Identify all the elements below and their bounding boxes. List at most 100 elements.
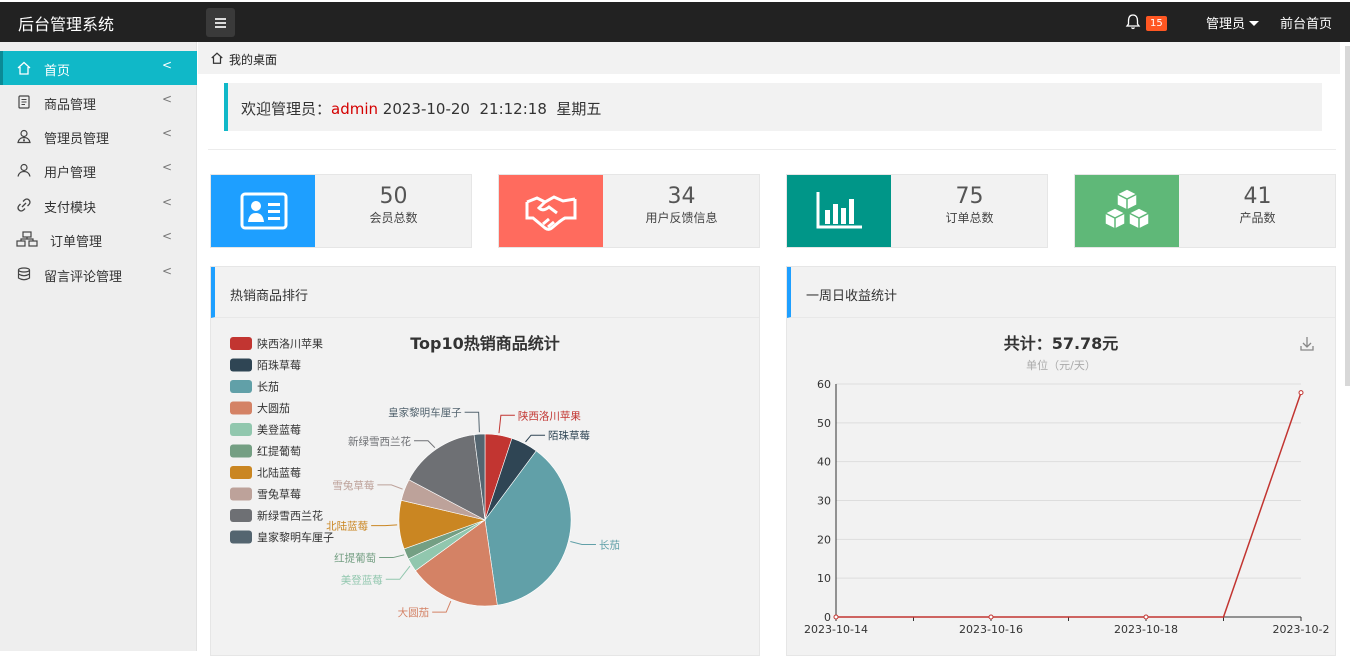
admin-label: 管理员	[1206, 17, 1246, 32]
download-icon[interactable]	[1300, 337, 1314, 351]
slice-label: 红提葡萄	[334, 552, 376, 565]
panel-header: 一周日收益统计	[787, 267, 1335, 318]
stat-icon-box	[787, 175, 891, 247]
home-icon	[211, 52, 223, 64]
sidebar-item-orders[interactable]: 订单管理 <	[0, 222, 197, 256]
document-icon	[18, 95, 30, 109]
slice-label: 陌珠草莓	[548, 429, 590, 442]
legend-label: 陕西洛川苹果	[257, 337, 323, 351]
sidebar-item-label: 留言评论管理	[44, 270, 123, 285]
pie-chart: Top10热销商品统计陕西洛川苹果陌珠草莓长茄大圆茄美登蓝莓红提葡萄北陆蓝莓雪兔…	[230, 334, 620, 619]
stat-card-products[interactable]: 41 产品数	[1074, 174, 1336, 248]
welcome-username: admin	[331, 100, 379, 118]
welcome-section: 欢迎管理员：admin 2023-10-20 21:12:18 星期五	[208, 74, 1336, 150]
legend-swatch	[230, 358, 252, 372]
stat-card-feedback[interactable]: 34 用户反馈信息	[498, 174, 760, 248]
stat-value: 50	[379, 184, 408, 209]
stat-value: 34	[667, 184, 696, 209]
sidebar-item-label: 支付模块	[44, 201, 97, 216]
y-tick-label: 50	[817, 417, 831, 430]
label-line	[498, 414, 515, 434]
stat-icon-box	[1075, 175, 1179, 247]
caret-down-icon	[1249, 21, 1260, 26]
series-line	[836, 392, 1302, 618]
frontpage-link[interactable]: 前台首页	[1280, 13, 1332, 32]
chevron-left-icon: <	[162, 58, 173, 72]
legend-swatch	[230, 530, 252, 544]
x-tick-label: 2023-10-14	[804, 623, 868, 636]
home-icon	[17, 61, 31, 75]
y-tick-label: 20	[817, 533, 831, 546]
panel-title: 一周日收益统计	[806, 289, 898, 304]
sidebar-item-users[interactable]: 用户管理 <	[0, 153, 197, 187]
breadcrumb: 我的桌面	[198, 42, 1340, 74]
scrollbar[interactable]	[1345, 46, 1350, 386]
label-line	[432, 600, 452, 613]
label-line	[379, 554, 405, 559]
menu-toggle-button[interactable]	[206, 8, 235, 37]
cubes-icon	[1104, 188, 1150, 230]
data-point	[833, 614, 839, 620]
stat-label: 会员总数	[369, 211, 418, 225]
sidebar: 首页 < 商品管理 < 管理员管理 < 用户管理 < 支付模块 < 订单管理 <…	[0, 42, 197, 651]
stat-card-orders[interactable]: 75 订单总数	[786, 174, 1048, 248]
slice-label: 大圆茄	[398, 606, 430, 619]
sidebar-item-payment[interactable]: 支付模块 <	[0, 188, 197, 222]
member-card-icon	[240, 192, 288, 230]
x-tick-label: 2023-10-2	[1273, 623, 1330, 636]
y-tick-label: 30	[817, 495, 831, 508]
x-tick-label: 2023-10-18	[1114, 623, 1178, 636]
admin-dropdown[interactable]: 管理员	[1206, 13, 1260, 32]
panel-title: 热销商品排行	[230, 289, 309, 304]
chevron-left-icon: <	[162, 195, 173, 209]
stat-label: 订单总数	[945, 211, 994, 225]
stat-icon-box	[499, 175, 603, 247]
slice-label: 长茄	[599, 538, 620, 551]
sidebar-item-comments[interactable]: 留言评论管理 <	[0, 257, 197, 291]
chart-title: Top10热销商品统计	[410, 334, 560, 353]
notification-badge: 15	[1146, 16, 1167, 31]
app-title: 后台管理系统	[18, 15, 115, 34]
slice-label: 陕西洛川苹果	[518, 409, 581, 422]
top-bar: 后台管理系统 15 管理员 前台首页	[0, 2, 1350, 42]
stat-value: 75	[955, 184, 984, 209]
legend-swatch	[230, 466, 252, 479]
label-line	[377, 484, 403, 490]
y-tick-label: 60	[817, 378, 831, 391]
database-icon	[17, 267, 31, 281]
slice-label: 美登蓝莓	[341, 573, 383, 586]
legend-label: 皇家黎明车厘子	[257, 530, 334, 544]
line-chart: 共计：57.78元单位（元/天）01020304050602023-10-14 2…	[804, 334, 1330, 636]
chevron-left-icon: <	[162, 160, 173, 174]
label-line	[371, 524, 398, 527]
sitemap-icon	[16, 231, 38, 247]
legend-swatch	[230, 337, 252, 350]
sidebar-item-admins[interactable]: 管理员管理 <	[0, 119, 197, 153]
stat-card-members[interactable]: 50 会员总数	[210, 174, 472, 248]
y-tick-label: 40	[817, 456, 831, 469]
chevron-left-icon: <	[162, 229, 173, 243]
legend-swatch	[230, 444, 252, 458]
stat-icon-box	[211, 175, 315, 247]
legend-label: 红提葡萄	[257, 445, 301, 458]
chart-title: 共计：57.78元	[1004, 334, 1119, 353]
sidebar-item-label: 管理员管理	[44, 132, 110, 147]
legend-label: 北陆蓝莓	[257, 466, 301, 480]
sidebar-item-label: 订单管理	[50, 235, 103, 250]
sidebar-item-products[interactable]: 商品管理 <	[0, 85, 197, 119]
legend-swatch	[230, 509, 252, 522]
y-tick-label: 10	[817, 572, 831, 585]
bell-icon[interactable]	[1125, 13, 1141, 31]
label-line	[525, 434, 546, 443]
sidebar-item-label: 商品管理	[44, 98, 97, 113]
data-point	[1143, 614, 1149, 620]
welcome-banner: 欢迎管理员：admin 2023-10-20 21:12:18 星期五	[224, 83, 1322, 131]
legend-swatch	[230, 423, 252, 436]
sidebar-item-home[interactable]: 首页 <	[0, 51, 197, 85]
label-line	[385, 565, 411, 580]
user-icon	[17, 163, 31, 177]
stat-value: 41	[1243, 184, 1272, 209]
sidebar-item-label: 用户管理	[44, 166, 97, 181]
stat-label: 用户反馈信息	[645, 211, 718, 225]
legend-label: 雪兔草莓	[257, 487, 301, 501]
